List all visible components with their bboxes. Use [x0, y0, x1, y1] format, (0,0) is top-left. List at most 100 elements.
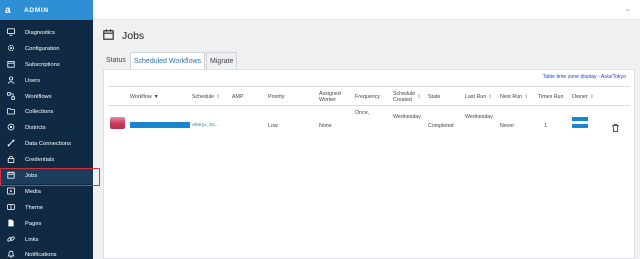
sidebar-item-workflows[interactable]: Workflows — [0, 89, 93, 105]
column-header-schedule-created[interactable]: Schedule Created ⇕ — [393, 87, 421, 107]
jobs-icon — [7, 171, 15, 181]
sidebar-item-jobs[interactable]: Jobs — [0, 168, 100, 186]
theme-icon — [7, 203, 15, 213]
column-header-label: Priority — [268, 94, 285, 100]
state-value: Completed — [428, 123, 454, 129]
sidebar-item-label: Media — [25, 188, 41, 195]
brand-bar[interactable]: a ADMIN — [0, 0, 93, 20]
sort-icon: ⇕ — [216, 94, 221, 100]
column-header-priority: Priority — [268, 87, 284, 107]
column-header-owner[interactable]: Owner ⇕ — [572, 87, 594, 107]
sidebar-item-label: Credentials — [25, 157, 55, 164]
column-header-times-run: Times Run — [538, 87, 563, 107]
sort-icon: ⇕ — [488, 94, 493, 100]
brand-logo: a — [5, 4, 11, 16]
workflow-thumbnail — [110, 117, 125, 129]
sidebar-item-pages[interactable]: Pages — [0, 216, 93, 232]
scheduled-workflows-panel: Table time zone display - Asia/Tokyo Wor… — [103, 69, 635, 259]
column-header-state: State — [428, 87, 440, 107]
sidebar-item-label: Subscriptions — [25, 61, 60, 68]
gear-icon — [7, 44, 15, 54]
bell-icon — [7, 250, 15, 259]
sidebar-item-diagnostics[interactable]: Diagnostics — [0, 25, 93, 41]
sort-icon: ⇕ — [417, 94, 422, 100]
column-header-label: Frequency — [355, 94, 381, 100]
sidebar-item-users[interactable]: Users — [0, 73, 93, 89]
priority-value: Low — [268, 123, 278, 129]
top-bar: ⌄ — [93, 0, 640, 20]
sidebar: a ADMIN Diagnostics Configuration Subscr… — [0, 0, 100, 259]
sidebar-item-label: Theme — [25, 204, 44, 211]
table-row[interactable]: Alteryx_Sc... Low None Once, Wednesday C… — [108, 106, 630, 140]
timezone-display[interactable]: Table time zone display - Asia/Tokyo — [543, 74, 626, 80]
column-header-label: Times Run — [538, 94, 564, 100]
column-header-label-line2: Worker — [319, 97, 336, 103]
sidebar-item-notifications[interactable]: Notifications — [0, 247, 93, 259]
sidebar-item-data-connections[interactable]: Data Connections — [0, 136, 93, 152]
owner-email-redacted — [572, 124, 588, 128]
sidebar-item-theme[interactable]: Theme — [0, 200, 93, 216]
scheduled-workflows-table: Workflow ▼ Schedule ⇕ AMP Priority Assigne… — [108, 86, 630, 140]
sidebar-item-label: Users — [25, 77, 41, 84]
sidebar-item-credentials[interactable]: Credentials — [0, 152, 93, 168]
sidebar-item-label: Jobs — [25, 172, 38, 179]
sidebar-item-label: Configuration — [25, 45, 60, 52]
column-header-label: Schedule — [192, 94, 215, 100]
user-icon — [7, 76, 15, 86]
frequency-value: Once, — [355, 110, 370, 116]
sort-desc-icon: ▼ — [153, 94, 159, 100]
districts-icon — [7, 123, 15, 133]
column-header-label: Next Run — [500, 94, 523, 100]
media-icon — [7, 187, 15, 197]
tab-scheduled-workflows[interactable]: Scheduled Workflows — [129, 52, 206, 69]
sidebar-item-districts[interactable]: Districts — [0, 120, 93, 136]
column-header-assigned-worker: Assigned Worker — [319, 87, 341, 107]
page-icon — [7, 219, 15, 229]
sidebar-item-links[interactable]: Links — [0, 232, 93, 248]
column-header-label-line2: Created — [393, 97, 412, 103]
sidebar-item-label: Districts — [25, 125, 46, 132]
sidebar-item-label: Data Connections — [25, 141, 72, 148]
workflow-name-redacted[interactable] — [130, 122, 190, 128]
sidebar-item-subscriptions[interactable]: Subscriptions — [0, 57, 93, 73]
sidebar-item-collections[interactable]: Collections — [0, 104, 93, 120]
sidebar-item-media[interactable]: Media — [0, 184, 93, 200]
tab-migrate[interactable]: Migrate — [206, 52, 238, 69]
column-header-frequency: Frequency — [355, 87, 380, 107]
last-run-value: Wednesday — [465, 114, 493, 120]
jobs-calendar-icon — [103, 27, 114, 45]
sidebar-item-label: Pages — [25, 220, 42, 227]
monitor-icon — [7, 28, 15, 38]
sidebar-item-label: Collections — [25, 109, 54, 116]
column-header-label: State — [428, 94, 441, 100]
times-run-value: 1 — [544, 123, 547, 129]
sidebar-nav: Diagnostics Configuration Subscriptions … — [0, 25, 100, 259]
column-header-label: Workflow — [130, 94, 152, 100]
sort-icon: ⇕ — [589, 94, 594, 100]
sidebar-item-label: Links — [25, 236, 39, 243]
column-header-label: Last Run — [465, 94, 487, 100]
column-header-last-run[interactable]: Last Run ⇕ — [465, 87, 492, 107]
brand-name: ADMIN — [24, 6, 49, 14]
column-header-amp: AMP — [232, 87, 243, 107]
sidebar-item-label: Diagnostics — [25, 29, 55, 36]
assigned-worker-value: None — [319, 123, 332, 129]
next-run-value: Never — [500, 123, 515, 129]
workflow-icon — [7, 91, 15, 102]
column-header-label-stack: Schedule Created — [393, 91, 415, 103]
column-header-label: Owner — [572, 94, 588, 100]
column-header-label: AMP — [232, 94, 244, 100]
chain-icon — [7, 235, 15, 245]
page-heading: Jobs — [103, 27, 144, 45]
column-header-workflow[interactable]: Workflow ▼ — [130, 87, 159, 107]
column-header-schedule[interactable]: Schedule ⇕ — [192, 87, 220, 107]
owner-name-redacted — [572, 117, 588, 121]
column-header-next-run[interactable]: Next Run ⇕ — [500, 87, 528, 107]
calendar-icon — [7, 60, 15, 70]
tab-status[interactable]: Status — [103, 52, 129, 69]
sidebar-item-configuration[interactable]: Configuration — [0, 41, 93, 57]
chevron-down-icon[interactable]: ⌄ — [625, 6, 630, 13]
sidebar-item-label: Notifications — [25, 252, 57, 259]
schedule-link[interactable]: Alteryx_Sc... — [192, 123, 219, 128]
trash-icon[interactable] — [612, 119, 619, 137]
